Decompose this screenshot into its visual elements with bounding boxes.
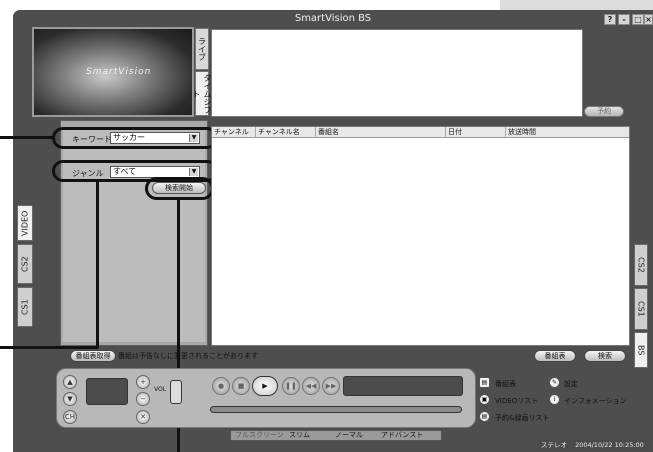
mode-normal[interactable]: ノーマル — [335, 431, 363, 440]
column-header-channel[interactable]: チャンネル — [212, 127, 256, 138]
fetch-guide-button[interactable]: 番組表取得 — [70, 350, 116, 362]
tab-right-bs[interactable]: BS — [634, 332, 648, 368]
help-button[interactable]: ? — [604, 14, 616, 25]
menu-program-guide[interactable]: 番組表 — [495, 379, 516, 389]
channel-up-button[interactable]: ▲ — [63, 375, 77, 389]
status-line: 番組表取得 番組は予告なしに変更されることがあります 番組表 検索 — [60, 349, 630, 363]
tab-timeshift[interactable]: タイムシフト — [192, 71, 212, 116]
mode-fullscreen[interactable]: フルスクリーン — [235, 431, 284, 440]
window-title: SmartVision BS — [294, 13, 372, 24]
datetime: 2004/10/22 10:25:00 — [575, 441, 644, 449]
column-header-date[interactable]: 日付 — [446, 127, 506, 138]
video-list-icon[interactable]: ▣ — [479, 394, 490, 405]
mode-advanced[interactable]: アドバンスト — [381, 431, 423, 440]
guide-icon[interactable]: ▤ — [479, 377, 490, 388]
volume-down-button[interactable]: − — [136, 392, 150, 406]
page: SmartVision BS ? - □ × SmartVision ライブ タ… — [0, 0, 653, 452]
callout-line — [96, 180, 99, 348]
mute-icon[interactable]: ✕ — [136, 410, 150, 424]
volume-up-button[interactable]: + — [136, 375, 150, 389]
channel-down-button[interactable]: ▼ — [63, 392, 77, 406]
title-bar[interactable]: SmartVision BS ? - □ — [13, 10, 653, 28]
list-header: チャンネル チャンネル名 番組名 日付 放送時間 — [212, 127, 629, 138]
play-button[interactable]: ▶ — [252, 376, 278, 396]
record-button[interactable]: ● — [212, 377, 230, 395]
menu-settings[interactable]: 設定 — [564, 379, 578, 389]
reservation-list-icon[interactable]: ▤ — [479, 411, 490, 422]
display-mode-bar: フルスクリーン スリム ノーマル アドバンスト — [230, 430, 442, 441]
search-start-highlight — [145, 177, 214, 200]
keyword-highlight — [52, 127, 218, 149]
search-button[interactable]: 検索 — [584, 350, 626, 362]
column-header-time[interactable]: 放送時間 — [506, 127, 631, 138]
time-display — [343, 376, 463, 396]
menu-information[interactable]: インフォメーション — [564, 396, 627, 406]
pause-button[interactable]: ❚❚ — [282, 377, 300, 395]
column-header-program[interactable]: 番組名 — [316, 127, 446, 138]
tab-right-cs2[interactable]: CS2 — [634, 244, 648, 286]
program-description — [211, 29, 583, 117]
column-header-channel-name[interactable]: チャンネル名 — [256, 127, 316, 138]
tab-live[interactable]: ライブ — [195, 28, 209, 70]
reserve-button[interactable]: 予約 — [584, 106, 624, 117]
program-list[interactable]: チャンネル チャンネル名 番組名 日付 放送時間 — [211, 126, 630, 346]
audio-mode: ステレオ — [541, 441, 567, 449]
status-message: 番組は予告なしに変更されることがあります — [118, 352, 258, 360]
minimize-button[interactable]: - — [618, 14, 630, 25]
tv-preview[interactable]: SmartVision — [32, 27, 194, 117]
seek-bar[interactable] — [210, 406, 462, 413]
fast-forward-button[interactable]: ▶▶ — [322, 377, 340, 395]
menu-reservation-list[interactable]: 予約&録画リスト — [495, 413, 549, 423]
status-clock: ステレオ 2004/10/22 10:25:00 — [537, 440, 650, 450]
volume-meter[interactable] — [170, 380, 182, 404]
tab-video[interactable]: VIDEO — [17, 205, 33, 241]
settings-icon[interactable]: ✎ — [549, 377, 560, 388]
channel-display — [86, 378, 128, 405]
menu-video-list[interactable]: VIDEOリスト — [495, 396, 538, 406]
volume-label: VOL — [154, 386, 167, 393]
stop-button[interactable]: ■ — [232, 377, 250, 395]
maximize-button[interactable]: □ — [632, 14, 644, 25]
mode-slim[interactable]: スリム — [289, 431, 310, 440]
tab-right-cs1[interactable]: CS1 — [634, 288, 648, 330]
tab-cs1[interactable]: CS1 — [17, 287, 33, 327]
rewind-button[interactable]: ◀◀ — [302, 377, 320, 395]
callout-line — [0, 136, 54, 139]
guide-button[interactable]: 番組表 — [534, 350, 576, 362]
information-icon[interactable]: i — [549, 394, 560, 405]
ch-button[interactable]: CH — [63, 410, 77, 424]
close-button[interactable]: × — [644, 14, 653, 25]
tab-cs2[interactable]: CS2 — [17, 244, 33, 284]
preview-logo: SmartVision — [86, 67, 152, 77]
